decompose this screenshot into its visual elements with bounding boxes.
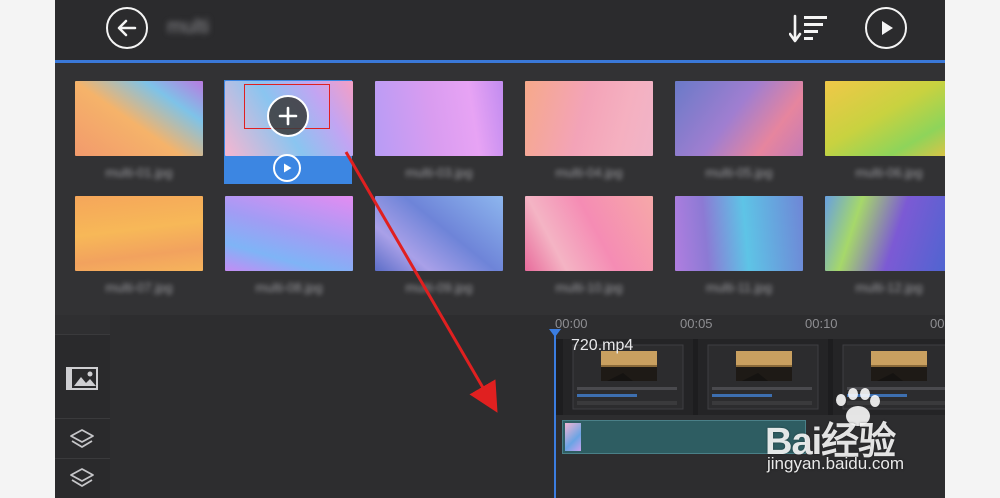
media-thumbnail[interactable]: [375, 81, 503, 156]
time-ruler[interactable]: 00:00 00:05 00:10 00:15: [110, 315, 945, 335]
header-bar: multi: [55, 0, 945, 63]
track-side-panel: [55, 334, 110, 498]
play-icon: [284, 163, 292, 173]
media-filename: multi-11.jpg: [705, 280, 773, 295]
playhead[interactable]: [554, 335, 556, 498]
clip-name: 720.mp4: [571, 337, 634, 354]
preview-play-button[interactable]: [865, 7, 907, 49]
play-icon: [882, 21, 893, 35]
watermark-url: jingyan.baidu.com: [767, 454, 905, 473]
video-track-header[interactable]: [55, 334, 110, 419]
layers-icon: [70, 468, 94, 487]
media-thumbnail[interactable]: [675, 81, 803, 156]
media-filename: multi-08.jpg: [255, 280, 323, 295]
arrow-left-icon: [117, 19, 137, 37]
media-thumbnail[interactable]: [525, 81, 653, 156]
media-thumbnail[interactable]: [75, 196, 203, 271]
media-filename: multi-05.jpg: [705, 165, 773, 180]
media-thumbnail[interactable]: [375, 196, 503, 271]
sort-descending-icon: [788, 14, 827, 43]
back-button[interactable]: [106, 7, 148, 49]
add-to-timeline-button[interactable]: [267, 95, 309, 137]
media-filename: multi-12.jpg: [855, 280, 923, 295]
tick-label: 00:15: [930, 316, 945, 331]
media-thumbnail[interactable]: [225, 196, 353, 271]
media-thumbnail[interactable]: [675, 196, 803, 271]
media-filename: multi-01.jpg: [105, 165, 173, 180]
image-track-icon: [66, 367, 98, 390]
media-filename: multi-07.jpg: [105, 280, 173, 295]
overlay-thumbnail: [565, 423, 581, 451]
media-filename: multi-04.jpg: [555, 165, 623, 180]
media-thumbnail[interactable]: [825, 81, 945, 156]
media-filename: multi-03.jpg: [405, 165, 473, 180]
media-filename: multi-10.jpg: [555, 280, 623, 295]
preview-clip-button[interactable]: [273, 154, 301, 182]
layer-track-header[interactable]: [55, 458, 110, 498]
media-grid: multi-01.jpg multi-03.jpg multi-04.jpg mult…: [55, 63, 945, 315]
media-thumbnail[interactable]: [525, 196, 653, 271]
tick-label: 00:10: [805, 316, 838, 331]
folder-title: multi: [167, 16, 210, 38]
plus-icon: [278, 106, 298, 126]
tick-label: 00:05: [680, 316, 713, 331]
media-filename: multi-09.jpg: [405, 280, 473, 295]
media-thumbnail[interactable]: [825, 196, 945, 271]
watermark: Bai经验 jingyan.baidu.com: [765, 388, 955, 478]
media-thumbnail[interactable]: [75, 81, 203, 156]
layers-icon: [70, 429, 94, 448]
media-filename: multi-06.jpg: [855, 165, 923, 180]
sort-button[interactable]: [788, 12, 829, 46]
overlay-track-header[interactable]: [55, 418, 110, 459]
